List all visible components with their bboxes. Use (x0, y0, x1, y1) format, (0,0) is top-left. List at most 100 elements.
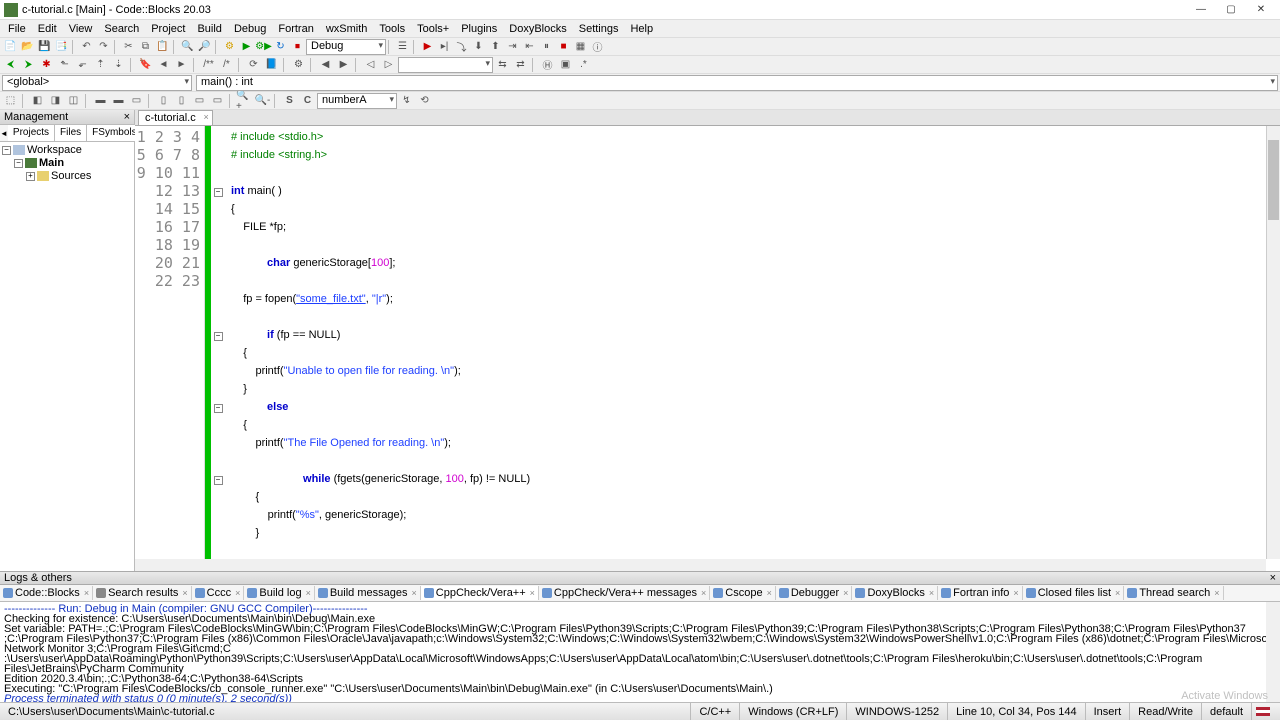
bold-c-icon[interactable]: C (299, 93, 316, 109)
step-into-icon[interactable]: ⬇ (470, 39, 487, 55)
copy-icon[interactable]: ⧉ (137, 39, 154, 55)
mgmt-tab-projects[interactable]: Projects (8, 125, 55, 141)
menu-toolsplus[interactable]: Tools+ (411, 21, 455, 37)
logtab-cppcheck[interactable]: CppCheck/Vera++× (421, 586, 539, 600)
build-target-combo[interactable]: Debug (306, 39, 386, 55)
stop-debug-icon[interactable]: ■ (555, 39, 572, 55)
project-tree[interactable]: − Workspace − Main + Sources (0, 142, 134, 571)
regex-icon[interactable]: .* (575, 57, 592, 73)
blockb-icon[interactable]: ▯ (173, 93, 190, 109)
minimize-button[interactable]: — (1186, 1, 1216, 19)
tab-close-icon[interactable]: × (84, 588, 89, 598)
menu-build[interactable]: Build (191, 21, 227, 37)
tab-close-icon[interactable]: × (235, 588, 240, 598)
select-tool-icon[interactable]: ⬚ (2, 93, 19, 109)
menu-project[interactable]: Project (145, 21, 191, 37)
search-text-combo[interactable] (398, 57, 493, 73)
menu-search[interactable]: Search (98, 21, 145, 37)
undo-icon[interactable]: ↶ (78, 39, 95, 55)
tab-close-icon[interactable]: × (1013, 588, 1018, 598)
collapse-icon[interactable]: − (2, 146, 11, 155)
prev-func-icon[interactable]: ⬑ (56, 57, 73, 73)
menu-doxyblocks[interactable]: DoxyBlocks (503, 21, 572, 37)
tree-sources-folder[interactable]: + Sources (2, 170, 132, 183)
zoom-in-icon[interactable]: 🔍+ (236, 93, 253, 109)
logtab-search[interactable]: Search results× (93, 586, 192, 600)
logtab-codeblocks[interactable]: Code::Blocks× (0, 586, 93, 600)
search-opt2-icon[interactable]: ⇄ (512, 57, 529, 73)
jump-fwd-icon[interactable]: ⮞ (20, 57, 37, 73)
menu-view[interactable]: View (63, 21, 99, 37)
save-icon[interactable]: 💾 (36, 39, 53, 55)
search-prev-icon[interactable]: ◁ (362, 57, 379, 73)
logtab-closed[interactable]: Closed files list× (1023, 586, 1125, 600)
search-opt1-icon[interactable]: ⇆ (494, 57, 511, 73)
editor-tab[interactable]: c-tutorial.c × (138, 110, 213, 125)
run-icon[interactable]: ▶ (238, 39, 255, 55)
tab-close-icon[interactable]: × (929, 588, 934, 598)
fold-icon[interactable]: − (214, 332, 223, 341)
scope-right-combo[interactable]: main() : int (196, 75, 1278, 91)
tab-close-icon[interactable]: × (182, 588, 187, 598)
maximize-button[interactable]: ▢ (1216, 1, 1246, 19)
rebuild-icon[interactable]: ↻ (272, 39, 289, 55)
menu-file[interactable]: File (2, 21, 32, 37)
toggle-header-icon[interactable]: ◨ (47, 93, 64, 109)
next-bookmark-icon[interactable]: ► (173, 57, 190, 73)
logtab-doxy[interactable]: DoxyBlocks× (852, 586, 938, 600)
menu-tools[interactable]: Tools (373, 21, 411, 37)
tab-close-icon[interactable]: × (1115, 588, 1120, 598)
doxy-refresh-icon[interactable]: ⟳ (245, 57, 262, 73)
next-chg-icon[interactable]: ⇣ (110, 57, 127, 73)
hist-next-icon[interactable]: ▶ (335, 57, 352, 73)
block3-icon[interactable]: ▭ (128, 93, 145, 109)
code-editor[interactable]: 1 2 3 4 5 6 7 8 9 10 11 12 13 14 15 16 1… (135, 126, 1280, 571)
tab-close-icon[interactable]: × (767, 588, 772, 598)
logtab-cccc[interactable]: Cccc× (192, 586, 245, 600)
fold-icon[interactable]: − (214, 188, 223, 197)
select-icon[interactable]: ▣ (557, 57, 574, 73)
last-jump-icon[interactable]: ✱ (38, 57, 55, 73)
code-content[interactable]: # include <stdio.h> # include <string.h>… (225, 126, 1280, 571)
open-file-icon[interactable]: 📂 (19, 39, 36, 55)
bold-s-icon[interactable]: S (281, 93, 298, 109)
zoom-out-icon[interactable]: 🔍- (254, 93, 271, 109)
build-run-icon[interactable]: ⚙▶ (255, 39, 272, 55)
fold-icon[interactable]: − (214, 404, 223, 413)
menu-wxsmith[interactable]: wxSmith (320, 21, 374, 37)
jump-icon[interactable]: ↯ (398, 93, 415, 109)
redo-icon[interactable]: ↷ (95, 39, 112, 55)
expand-icon[interactable]: + (26, 172, 35, 181)
prev-chg-icon[interactable]: ⇡ (92, 57, 109, 73)
replace-icon[interactable]: 🔎 (196, 39, 213, 55)
doxy-comment-icon[interactable]: /** (200, 57, 217, 73)
prev-bookmark-icon[interactable]: ◄ (155, 57, 172, 73)
tab-close-icon[interactable]: × (843, 588, 848, 598)
tree-workspace[interactable]: − Workspace (2, 144, 132, 157)
menu-fortran[interactable]: Fortran (272, 21, 319, 37)
highlight-icon[interactable]: Ⓗ (539, 57, 556, 73)
toggle-source-icon[interactable]: ◧ (29, 93, 46, 109)
build-icon[interactable]: ⚙ (221, 39, 238, 55)
find-icon[interactable]: 🔍 (179, 39, 196, 55)
menu-plugins[interactable]: Plugins (455, 21, 503, 37)
blockc-icon[interactable]: ▭ (191, 93, 208, 109)
tab-close-icon[interactable]: × (530, 588, 535, 598)
lang-flag-icon[interactable] (1256, 707, 1270, 716)
save-all-icon[interactable]: 📑 (53, 39, 70, 55)
refresh-symbols-icon[interactable]: ⟲ (416, 93, 433, 109)
fold-icon[interactable]: − (214, 476, 223, 485)
show-diff-icon[interactable]: ◫ (65, 93, 82, 109)
next-line-icon[interactable]: ⤵ (453, 39, 470, 55)
tab-close-icon[interactable]: × (412, 588, 417, 598)
block2-icon[interactable]: ▬ (110, 93, 127, 109)
symbol-combo[interactable]: numberA (317, 93, 397, 109)
editor-vscroll[interactable] (1266, 126, 1280, 559)
blocka-icon[interactable]: ▯ (155, 93, 172, 109)
info-icon[interactable]: ⓘ (589, 39, 606, 55)
next-func-icon[interactable]: ⬐ (74, 57, 91, 73)
menu-settings[interactable]: Settings (573, 21, 625, 37)
tab-close-icon[interactable]: × (203, 112, 208, 122)
logtab-debugger[interactable]: Debugger× (776, 586, 853, 600)
tree-project[interactable]: − Main (2, 157, 132, 170)
